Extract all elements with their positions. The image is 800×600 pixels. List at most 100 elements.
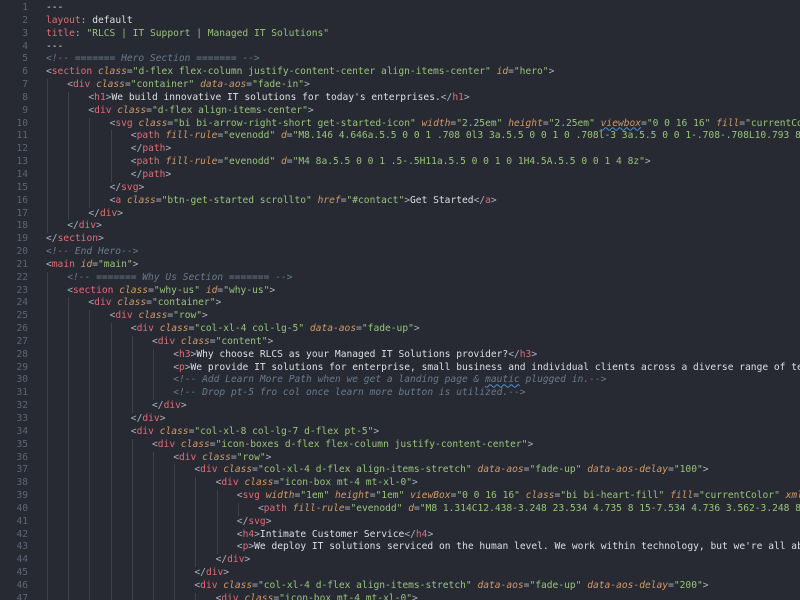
code-token: Get Started xyxy=(410,194,474,206)
code-line[interactable]: 10 <svg class="bi bi-arrow-right-short ge… xyxy=(0,117,800,131)
code-line[interactable]: 7 <div class="container" data-aos="fade-i… xyxy=(0,79,800,92)
code-token: href xyxy=(317,194,341,206)
code-token: div xyxy=(205,567,224,579)
code-line[interactable]: 24 <div class="container"> xyxy=(0,297,800,311)
code-line[interactable]: 2 layout: default xyxy=(0,15,800,28)
code-text: <div class="container" data-aos="fade-in… xyxy=(67,79,310,92)
code-line[interactable]: 25 <div class="row"> xyxy=(0,310,800,324)
code-token: xmlns xyxy=(785,490,800,502)
code-line[interactable]: 22 <!-- ======= Why Us Section ======= --… xyxy=(0,271,800,285)
code-line[interactable]: 11 <path fill-rule="evenodd" d="M8.146 4.… xyxy=(0,130,800,144)
code-text: <svg class="bi bi-arrow-right-short get-… xyxy=(110,118,800,131)
code-line[interactable]: 42 <h4>Intimate Customer Service</h4> xyxy=(0,528,800,542)
code-line[interactable]: 33 </div> xyxy=(0,413,800,426)
code-token: "why-us" xyxy=(153,284,201,296)
indent-guide xyxy=(174,541,176,555)
code-line[interactable]: 32 </div> xyxy=(0,400,800,413)
indent-guide xyxy=(47,554,48,568)
code-line[interactable]: 36 <div class="row"> xyxy=(0,451,800,465)
code-line[interactable]: 35 <div class="icon-boxes d-flex flex-col… xyxy=(0,438,800,452)
code-line[interactable]: 18 </div> xyxy=(0,220,800,234)
code-line[interactable]: 3 title: "RLCS | IT Support | Managed IT … xyxy=(0,28,800,41)
code-editor[interactable]: 1 --- 2 layout: default 3 title: "RLCS | IT S… xyxy=(0,0,800,600)
code-line[interactable]: 28 <h3>Why choose RLCS as your Managed IT… xyxy=(0,348,800,362)
code-token: id xyxy=(80,258,93,270)
code-line[interactable]: 34 <div class="col-xl-8 col-lg-7 d-flex p… xyxy=(0,425,800,439)
code-line[interactable]: 9 <div class="d-flex align-items-center"> xyxy=(0,104,800,118)
indent-guide xyxy=(153,541,154,555)
code-text: <div class="icon-boxes d-flex flex-colum… xyxy=(152,439,533,452)
code-text: <div class="col-xl-4 col-lg-5" data-aos=… xyxy=(131,323,420,336)
code-line[interactable]: 47 <div class="icon-box mt-4 mt-xl-0"> xyxy=(0,592,800,600)
code-line[interactable]: 43 <p>We deploy IT solutions serviced on … xyxy=(0,541,800,555)
code-line[interactable]: 27 <div class="content"> xyxy=(0,335,800,349)
code-line[interactable]: 13 <path fill-rule="evenodd" d="M4 8a.5.5… xyxy=(0,156,800,169)
code-line[interactable]: 17 </div> xyxy=(0,207,800,221)
code-token: > xyxy=(165,143,172,155)
code-token: "content" xyxy=(215,335,268,347)
indent-guide xyxy=(174,567,176,580)
code-token: data-aos xyxy=(309,323,357,335)
indent-guide xyxy=(153,477,154,491)
code-line[interactable]: 39 <svg width="1em" height="1em" viewBox=… xyxy=(0,490,800,503)
code-token: </ xyxy=(46,233,58,245)
line-number: 38 xyxy=(16,477,28,489)
code-line[interactable]: 40 <path fill-rule="evenodd" d="M8 1.314C… xyxy=(0,502,800,516)
code-text: <!-- End Hero--> xyxy=(46,246,138,259)
code-line[interactable]: 21 <main id="main"> xyxy=(0,259,800,272)
code-line[interactable]: 41 </svg> xyxy=(0,515,800,529)
indent-guide xyxy=(68,579,70,593)
code-line[interactable]: 16 <a class="btn-get-started scrollto" hr… xyxy=(0,194,800,208)
indent-guide xyxy=(68,143,70,157)
code-text: <p>We provide IT solutions for enterpris… xyxy=(173,362,800,375)
code-line[interactable]: 44 </div> xyxy=(0,554,800,568)
code-line[interactable]: 26 <div class="col-xl-4 col-lg-5" data-ao… xyxy=(0,323,800,336)
code-line[interactable]: 1 --- xyxy=(0,2,800,15)
code-token: data-aos-delay xyxy=(587,464,669,476)
indent-guide xyxy=(68,91,70,105)
code-token: fill-rule xyxy=(165,156,218,168)
code-token: class xyxy=(126,194,156,206)
code-line[interactable]: 45 </div> xyxy=(0,567,800,580)
indent-guide xyxy=(68,374,70,388)
code-token: We provide IT solutions for enterprise, … xyxy=(190,361,800,373)
indent-guide xyxy=(195,592,197,600)
code-line[interactable]: 4 --- xyxy=(0,41,800,54)
code-line[interactable]: 30 <!-- Add Learn More Path when we get a… xyxy=(0,374,800,388)
code-line[interactable]: 20 <!-- End Hero--> xyxy=(0,246,800,259)
indent-guide xyxy=(110,156,112,169)
line-number: 30 xyxy=(16,374,28,386)
indent-guide xyxy=(131,528,133,542)
code-line[interactable]: 14 </path> xyxy=(0,168,800,182)
indent-guide xyxy=(131,579,133,593)
indent-guide xyxy=(153,490,154,503)
code-line[interactable]: 8 <h1>We build innovative IT solutions fo… xyxy=(0,91,800,105)
indent-guide xyxy=(47,284,48,298)
indent-guide xyxy=(89,438,91,452)
line-number: 8 xyxy=(22,91,28,103)
code-token: div xyxy=(163,400,181,412)
indent-guide xyxy=(195,490,197,503)
code-line[interactable]: 6 <section class="d-flex flex-column just… xyxy=(0,66,800,79)
code-token: "hero" xyxy=(513,66,549,78)
indent-guide xyxy=(195,528,197,542)
code-token: "row" xyxy=(236,451,266,463)
code-line[interactable]: 31 <!-- Drop pt-5 fro col once learn more… xyxy=(0,387,800,401)
indent-guide xyxy=(47,104,48,118)
code-line[interactable]: 38 <div class="icon-box mt-4 mt-xl-0"> xyxy=(0,477,800,491)
code-line[interactable]: 5 <!-- ======= Hero Section ======= --> xyxy=(0,53,800,66)
code-line[interactable]: 29 <p>We provide IT solutions for enterpr… xyxy=(0,361,800,375)
code-token: "2.25em" xyxy=(456,117,503,129)
code-text: <h3>Why choose RLCS as your Managed IT S… xyxy=(173,349,537,362)
indent-guide xyxy=(195,541,197,555)
code-line[interactable]: 12 </path> xyxy=(0,143,800,157)
code-line[interactable]: 46 <div class="col-xl-4 d-flex align-item… xyxy=(0,579,800,593)
indent-guide xyxy=(131,490,133,503)
code-token: "currentColor" xyxy=(745,117,800,129)
code-line[interactable]: 19 </section> xyxy=(0,233,800,246)
code-token: class xyxy=(96,79,125,91)
code-line[interactable]: 15 </svg> xyxy=(0,181,800,195)
indent-guide xyxy=(47,490,48,503)
code-line[interactable]: 37 <div class="col-xl-4 d-flex align-item… xyxy=(0,464,800,478)
code-line[interactable]: 23 <section class="why-us" id="why-us"> xyxy=(0,284,800,298)
